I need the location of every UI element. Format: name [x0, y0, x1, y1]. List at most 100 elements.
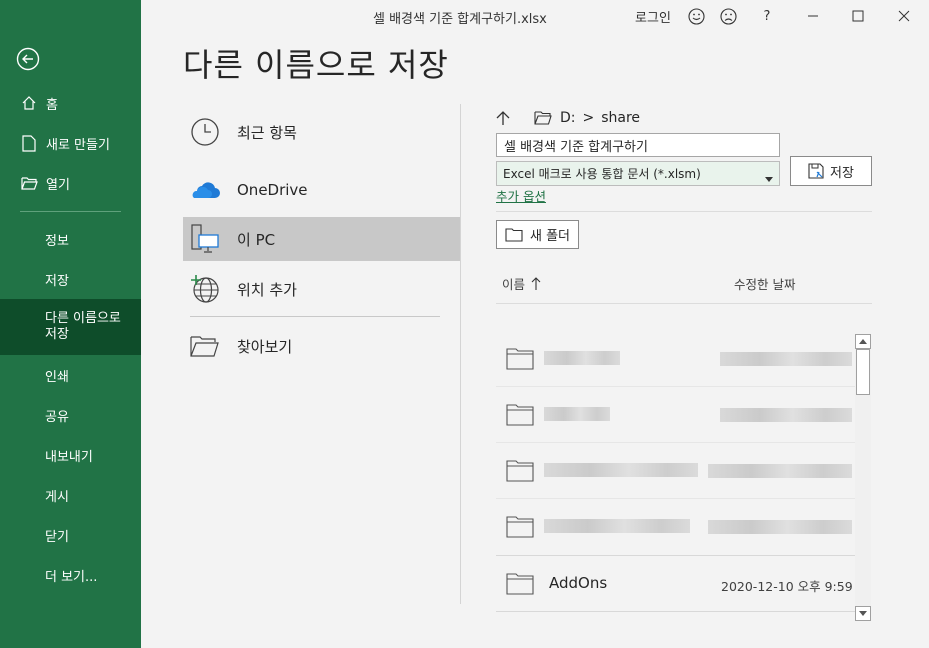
sidebar-item-home[interactable]: 홈: [0, 93, 141, 113]
smile-icon[interactable]: [684, 0, 708, 32]
more-options-link[interactable]: 추가 옵션: [496, 186, 546, 205]
filetype-value: Excel 매크로 사용 통합 문서 (*.xlsm): [503, 167, 701, 181]
sidebar-item-label: 공유: [45, 409, 69, 425]
row-separator: [496, 611, 855, 612]
blurred-date: [720, 408, 852, 422]
sort-up-arrow-icon: [531, 277, 541, 290]
file-row[interactable]: [496, 331, 855, 386]
maximize-button[interactable]: [838, 0, 878, 32]
folder-icon: [534, 111, 552, 125]
browse-folder-icon: [189, 330, 221, 362]
minimize-button[interactable]: [793, 0, 833, 32]
location-label: OneDrive: [237, 181, 308, 199]
breadcrumb-drive[interactable]: D:: [560, 110, 576, 126]
filename-input[interactable]: [496, 133, 780, 157]
up-folder-button[interactable]: [496, 110, 522, 126]
sidebar-item-label: 정보: [45, 233, 69, 249]
sidebar-item-label: 더 보기...: [45, 569, 98, 585]
pane-divider: [460, 104, 461, 604]
save-icon: [808, 163, 824, 179]
sidebar-item-open[interactable]: 열기: [0, 173, 141, 193]
sidebar-item-label: 내보내기: [45, 449, 93, 465]
back-button[interactable]: [16, 47, 40, 71]
file-row[interactable]: [496, 443, 855, 498]
back-arrow-icon: [16, 47, 40, 71]
scrollbar[interactable]: [855, 334, 871, 621]
locations-divider: [190, 316, 440, 317]
sidebar-item-more[interactable]: 더 보기...: [0, 565, 141, 585]
blurred-date: [708, 464, 852, 478]
breadcrumb-separator: >: [582, 110, 595, 126]
signin-button[interactable]: 로그인: [631, 0, 675, 32]
up-arrow-icon: [496, 111, 510, 125]
file-row[interactable]: AddOns 2020-12-10 오후 9:59: [496, 556, 855, 611]
location-label: 이 PC: [237, 230, 276, 249]
file-row[interactable]: [496, 499, 855, 554]
sidebar-item-share[interactable]: 공유: [0, 405, 141, 425]
home-icon: [20, 94, 38, 112]
sidebar-item-label: 열기: [46, 177, 70, 193]
file-name: AddOns: [549, 574, 608, 592]
clock-icon: [189, 116, 221, 148]
scroll-up-button[interactable]: [855, 334, 871, 349]
save-button[interactable]: 저장: [790, 156, 872, 186]
sidebar-item-label: 게시: [45, 489, 69, 505]
location-browse[interactable]: 찾아보기: [183, 324, 460, 368]
breadcrumb: D: > share: [496, 106, 640, 130]
close-icon: [898, 10, 910, 22]
location-label: 찾아보기: [237, 337, 293, 356]
separator: [496, 211, 872, 212]
onedrive-cloud-icon: [189, 174, 221, 206]
minimize-icon: [808, 15, 818, 17]
new-folder-label: 새 폴더: [529, 229, 570, 244]
scroll-up-arrow-icon: [859, 339, 867, 344]
help-button[interactable]: ?: [753, 0, 781, 32]
frown-icon[interactable]: [716, 0, 740, 32]
column-header-name[interactable]: 이름: [502, 274, 541, 293]
blurred-filename: [544, 351, 620, 365]
column-header-date[interactable]: 수정한 날짜: [734, 274, 795, 293]
file-row[interactable]: [496, 387, 855, 442]
folder-icon: [506, 348, 534, 370]
sidebar-item-label: 닫기: [45, 529, 69, 545]
scroll-down-button[interactable]: [855, 606, 871, 621]
maximize-icon: [852, 10, 864, 22]
new-document-icon: [20, 134, 38, 152]
backstage-sidebar: 홈 새로 만들기 열기 정보 저장 다른 이름으로 저장 인쇄 공유 내보내기 …: [0, 0, 141, 648]
location-recent[interactable]: 최근 항목: [183, 110, 460, 154]
sidebar-item-save[interactable]: 저장: [0, 269, 141, 289]
folder-icon: [506, 516, 534, 538]
sidebar-item-save-as[interactable]: 다른 이름으로 저장: [0, 299, 141, 355]
location-add-place[interactable]: 위치 추가: [183, 267, 460, 311]
new-folder-button[interactable]: 새 폴더: [496, 220, 579, 249]
close-button[interactable]: [884, 0, 924, 32]
column-name-label: 이름: [502, 277, 526, 292]
blurred-filename: [544, 407, 610, 421]
sidebar-item-label: 새로 만들기: [46, 137, 110, 153]
sidebar-item-new[interactable]: 새로 만들기: [0, 133, 141, 153]
sidebar-item-info[interactable]: 정보: [0, 229, 141, 249]
blurred-filename: [544, 519, 690, 533]
folder-icon: [506, 573, 534, 595]
title-bar: 셀 배경색 기준 합계구하기.xlsx 로그인 ?: [141, 0, 929, 32]
sidebar-item-print[interactable]: 인쇄: [0, 365, 141, 385]
scroll-down-arrow-icon: [859, 611, 867, 616]
file-date: 2020-12-10 오후 9:59: [721, 579, 853, 594]
location-this-pc[interactable]: 이 PC: [183, 217, 460, 261]
sidebar-item-label: 저장: [45, 273, 69, 289]
filetype-select[interactable]: Excel 매크로 사용 통합 문서 (*.xlsm): [496, 161, 780, 186]
blurred-date: [720, 352, 852, 366]
scrollbar-thumb[interactable]: [856, 349, 870, 395]
breadcrumb-folder[interactable]: share: [601, 110, 640, 126]
sidebar-item-export[interactable]: 내보내기: [0, 445, 141, 465]
location-onedrive[interactable]: OneDrive: [183, 168, 460, 212]
page-title: 다른 이름으로 저장: [183, 46, 449, 84]
new-folder-icon: [505, 227, 523, 242]
sidebar-item-publish[interactable]: 게시: [0, 485, 141, 505]
sidebar-item-close[interactable]: 닫기: [0, 525, 141, 545]
add-place-globe-icon: [189, 273, 221, 305]
sidebar-item-label: 다른 이름으로 저장: [45, 311, 121, 342]
window-title: 셀 배경색 기준 합계구하기.xlsx: [373, 12, 547, 27]
chevron-down-icon: [765, 171, 773, 185]
blurred-date: [708, 520, 852, 534]
